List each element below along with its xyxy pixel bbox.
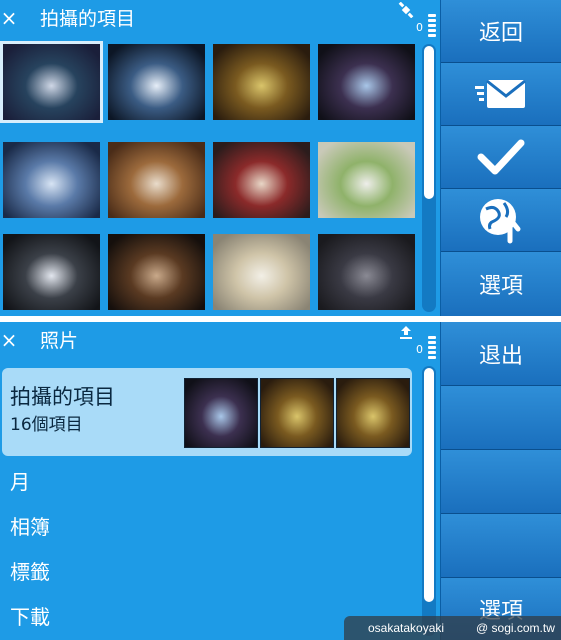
photo-thumbnail[interactable]	[108, 142, 205, 218]
photo-thumbnail[interactable]	[318, 142, 415, 218]
send-button[interactable]	[441, 63, 561, 126]
softkey-empty-3	[441, 514, 561, 578]
title-bar: × 拍攝的項目 0	[0, 0, 440, 38]
status-indicators: 0	[396, 0, 440, 40]
album-thumbnail	[336, 378, 410, 448]
watermark-author: osakatakoyaki	[368, 621, 445, 635]
album-thumbnail	[260, 378, 334, 448]
exit-label: 退出	[478, 343, 523, 369]
mark-button[interactable]	[441, 126, 561, 189]
back-label: 返回	[478, 21, 523, 46]
photo-thumbnail[interactable]	[213, 142, 310, 218]
send-envelope-icon	[475, 79, 526, 108]
photo-thumbnail[interactable]	[108, 234, 205, 310]
menu-item-tags[interactable]: 標籤	[10, 558, 50, 586]
close-button[interactable]: ×	[0, 328, 18, 352]
battery-icon	[428, 14, 436, 39]
photo-thumbnail[interactable]	[213, 44, 310, 120]
battery-label: 0	[416, 21, 423, 34]
page-title: 拍攝的項目	[40, 8, 136, 30]
menu-item-albums[interactable]: 相簿	[10, 513, 50, 541]
scrollbar[interactable]	[422, 44, 436, 312]
status-indicators: 0	[396, 322, 440, 362]
softkey-empty-1	[441, 386, 561, 450]
page-title: 照片	[40, 330, 79, 352]
album-count: 16個項目	[10, 415, 83, 435]
photo-thumbnail[interactable]	[318, 234, 415, 310]
scrollbar[interactable]	[422, 366, 436, 636]
menu-item-month[interactable]: 月	[10, 468, 30, 496]
upload-status-icon	[400, 326, 412, 339]
photo-grid-screen: × 拍攝的項目 0 返回 選項	[0, 0, 561, 316]
options-button[interactable]: 選項	[441, 252, 561, 316]
photo-thumbnail[interactable]	[3, 142, 100, 218]
photos-menu-screen: × 照片 0 拍攝的項目 16個項目 月 相簿 標籤 下載 退出 選項	[0, 322, 561, 640]
photo-thumbnail[interactable]	[213, 234, 310, 310]
photo-thumbnail[interactable]	[3, 44, 100, 120]
photo-thumbnail[interactable]	[3, 234, 100, 310]
battery-icon	[428, 336, 436, 361]
scrollbar-thumb[interactable]	[424, 368, 434, 602]
album-captured-items[interactable]: 拍攝的項目 16個項目	[2, 368, 412, 456]
softkey-panel: 返回 選項	[440, 0, 561, 316]
scrollbar-thumb[interactable]	[424, 46, 434, 199]
share-online-button[interactable]	[441, 189, 561, 252]
exit-button[interactable]: 退出	[441, 322, 561, 386]
softkey-panel: 退出 選項	[440, 322, 561, 640]
share-online-icon	[480, 199, 521, 244]
title-bar: × 照片 0	[0, 322, 440, 360]
photo-thumbnail[interactable]	[318, 44, 415, 120]
watermark: osakatakoyaki @ sogi.com.tw	[344, 616, 561, 640]
watermark-site: @ sogi.com.tw	[476, 621, 555, 635]
checkmark-icon	[477, 139, 525, 175]
close-button[interactable]: ×	[0, 6, 18, 30]
album-title: 拍攝的項目	[10, 385, 115, 409]
album-thumbnail	[184, 378, 258, 448]
back-button[interactable]: 返回	[441, 0, 561, 63]
softkey-empty-2	[441, 450, 561, 514]
battery-label: 0	[416, 343, 423, 356]
satellite-icon	[398, 2, 414, 18]
menu-item-downloads[interactable]: 下載	[10, 603, 50, 631]
photo-thumbnail[interactable]	[108, 44, 205, 120]
options-label: 選項	[478, 274, 523, 299]
